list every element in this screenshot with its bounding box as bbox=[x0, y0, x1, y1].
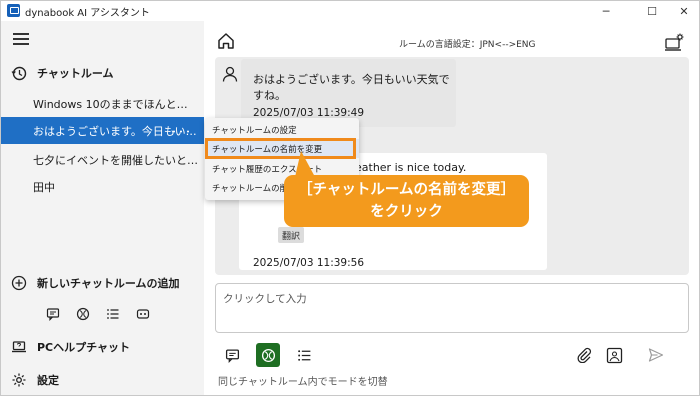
robot-icon[interactable] bbox=[135, 306, 151, 322]
callout-line-2: をクリック bbox=[370, 204, 443, 220]
pc-help-label: PCヘルプチャット bbox=[37, 341, 131, 354]
menu-icon[interactable] bbox=[13, 33, 29, 45]
paperclip-icon[interactable] bbox=[572, 343, 596, 367]
window-title: dynabook AI アシスタント bbox=[25, 8, 150, 19]
more-options-icon[interactable]: ･･･ bbox=[171, 123, 192, 140]
room-mode-icons bbox=[45, 306, 151, 322]
translate-button[interactable]: 翻訳 bbox=[278, 227, 304, 243]
chatroom-header[interactable]: チャットルーム bbox=[11, 65, 114, 81]
room-label: Windows 10のままでほんと… bbox=[33, 97, 188, 111]
add-room-label: 新しいチャットルームの追加 bbox=[37, 277, 180, 290]
message-input-placeholder: クリックして入力 bbox=[223, 293, 307, 305]
chatroom-header-label: チャットルーム bbox=[37, 67, 114, 80]
home-icon[interactable] bbox=[216, 31, 236, 51]
chat-mode-icon[interactable] bbox=[220, 343, 244, 367]
add-room-button[interactable]: 新しいチャットルームの追加 bbox=[11, 275, 180, 291]
ai-message-time: 2025/07/03 11:39:56 bbox=[253, 257, 365, 269]
settings-button[interactable]: 設定 bbox=[11, 372, 59, 388]
menu-item-room-settings[interactable]: チャットルームの設定 bbox=[205, 120, 359, 139]
room-label: 田中 bbox=[33, 180, 55, 194]
translate-mode-icon[interactable] bbox=[256, 343, 280, 367]
app-window: dynabook AI アシスタント ─ ☐ ✕ チャットルーム Windows… bbox=[0, 0, 700, 396]
room-settings-icon[interactable] bbox=[664, 31, 686, 53]
room-label: 七夕にイベントを開催したいと… bbox=[33, 153, 198, 167]
room-item-tanabata[interactable]: 七夕にイベントを開催したいと… bbox=[1, 146, 204, 173]
chat-bubble-icon[interactable] bbox=[45, 306, 61, 322]
user-avatar-icon bbox=[221, 65, 239, 83]
ai-message-text: weather is nice today. bbox=[346, 161, 467, 174]
history-icon bbox=[11, 65, 27, 81]
top-bar: ルームの言語設定：JPN<-->ENG bbox=[204, 21, 699, 61]
user-message-bubble: おはようございます。今日もいい天気ですね。 2025/07/03 11:39:4… bbox=[241, 59, 456, 127]
send-icon[interactable] bbox=[644, 343, 668, 367]
room-item-tanaka[interactable]: 田中 bbox=[1, 173, 204, 200]
app-logo-icon bbox=[7, 4, 20, 17]
callout-pointer bbox=[295, 151, 315, 177]
title-bar: dynabook AI アシスタント ─ ☐ ✕ bbox=[1, 1, 699, 21]
mode-hint-text: 同じチャットルーム内でモードを切替 bbox=[218, 377, 388, 388]
laptop-help-icon bbox=[11, 339, 27, 355]
pc-help-chat-button[interactable]: PCヘルプチャット bbox=[11, 339, 130, 355]
instruction-callout: ［チャットルームの名前を変更］ をクリック bbox=[284, 175, 529, 227]
list-icon[interactable] bbox=[105, 306, 121, 322]
room-item-active[interactable]: おはようございます。今日もい… ･･･ bbox=[1, 117, 204, 144]
highlight-frame bbox=[205, 138, 356, 159]
image-icon[interactable] bbox=[602, 343, 626, 367]
sidebar: チャットルーム Windows 10のままでほんと… おはようございます。今日も… bbox=[1, 21, 204, 395]
gear-icon bbox=[11, 372, 27, 388]
user-message-text: おはようございます。今日もいい天気ですね。 bbox=[253, 73, 450, 102]
minimize-button[interactable]: ─ bbox=[591, 1, 621, 21]
translate-globe-icon[interactable] bbox=[75, 306, 91, 322]
callout-line-1: ［チャットルームの名前を変更］ bbox=[298, 182, 515, 198]
message-input[interactable]: クリックして入力 bbox=[215, 283, 689, 333]
room-item-windows10[interactable]: Windows 10のままでほんと… bbox=[1, 90, 204, 117]
settings-label: 設定 bbox=[37, 374, 59, 387]
maximize-button[interactable]: ☐ bbox=[637, 1, 667, 21]
list-mode-icon[interactable] bbox=[292, 343, 316, 367]
close-button[interactable]: ✕ bbox=[669, 1, 699, 21]
mode-switcher bbox=[220, 343, 316, 367]
plus-circle-icon bbox=[11, 275, 27, 291]
room-language-setting: ルームの言語設定：JPN<-->ENG bbox=[399, 40, 536, 50]
